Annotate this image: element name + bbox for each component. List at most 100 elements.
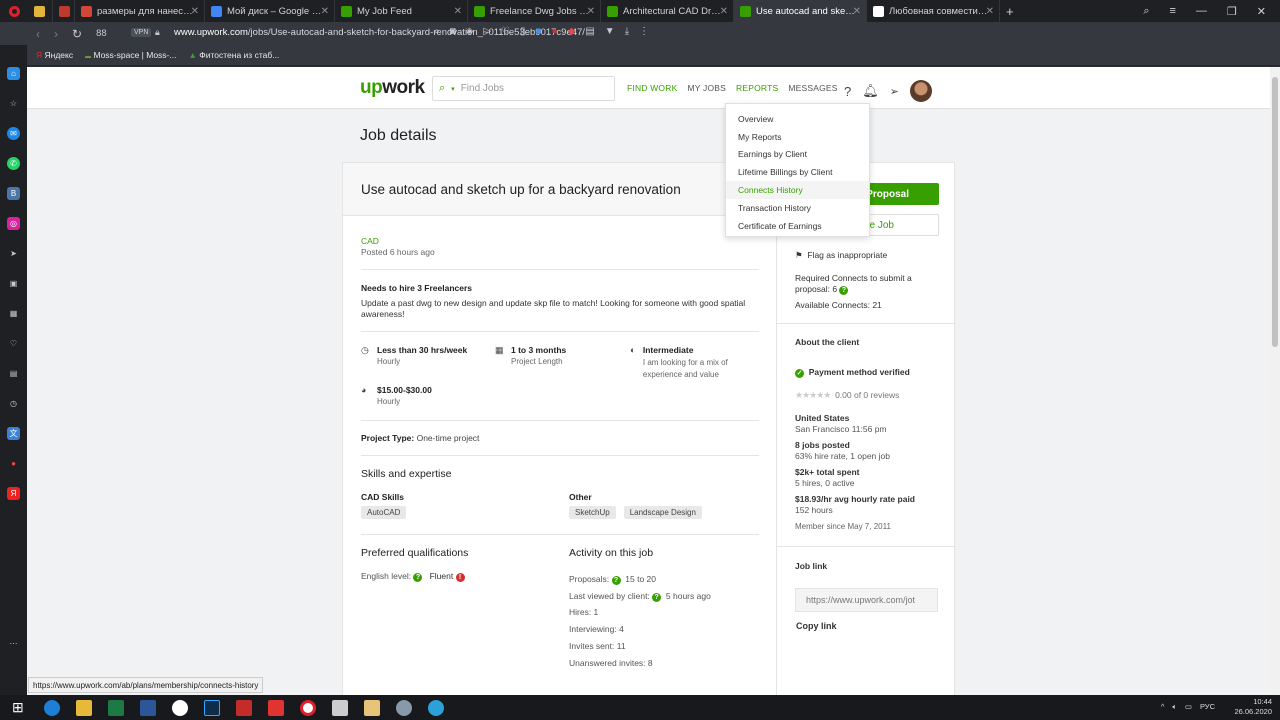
send-icon[interactable]: ➢	[890, 85, 899, 98]
tab-2[interactable]: размеры для нанесения с✕	[75, 0, 205, 22]
menu-item-connects-history[interactable]: Connects History	[726, 181, 869, 199]
close-window-icon[interactable]: ✕	[1257, 5, 1266, 18]
job-link-field[interactable]: https://www.upwork.com/jot	[795, 588, 938, 612]
alert-icon[interactable]: !	[455, 573, 465, 582]
page-scrollbar[interactable]	[1270, 67, 1280, 695]
close-tab-icon[interactable]: ✕	[321, 6, 329, 17]
tab-5[interactable]: Freelance Dwg Jobs Online✕	[468, 0, 601, 22]
menu-item-overview[interactable]: Overview	[726, 110, 869, 128]
history-icon[interactable]: ◷	[7, 397, 20, 410]
chevron-up-icon[interactable]: ^	[1161, 702, 1165, 712]
back-icon[interactable]: ‹	[36, 27, 40, 41]
tab-3[interactable]: Мой диск – Google Диск ✕	[205, 0, 335, 22]
forward-icon[interactable]: ›	[54, 27, 58, 41]
acrobat-icon[interactable]	[235, 699, 252, 716]
skill-chip[interactable]: SketchUp	[569, 506, 616, 519]
notepad-icon[interactable]	[363, 699, 380, 716]
help-icon[interactable]: ?	[844, 84, 851, 99]
excel-icon[interactable]	[107, 699, 124, 716]
tab-8[interactable]: Любовная совместимость✕	[867, 0, 1000, 22]
menu-item-lifetime-billings[interactable]: Lifetime Billings by Client	[726, 163, 869, 181]
search-icon[interactable]: ⌕	[439, 82, 445, 95]
tab-active[interactable]: Use autocad and sketch up✕	[734, 0, 867, 22]
menu-item-earnings-by-client[interactable]: Earnings by Client	[726, 146, 869, 164]
autocad-icon[interactable]	[267, 699, 284, 716]
bookmark-phytowall[interactable]: ▲ Фитостена из стаб...	[188, 50, 279, 60]
help-icon[interactable]: ?	[652, 592, 662, 602]
help-icon[interactable]: ?	[839, 286, 849, 295]
new-tab-icon[interactable]: +	[1000, 4, 1014, 19]
bell-icon[interactable]: 🔔︎	[862, 83, 879, 99]
more-icon[interactable]: ⋯	[7, 637, 20, 650]
tab-0[interactable]	[28, 0, 53, 22]
nav-reports[interactable]: REPORTS	[736, 83, 778, 93]
search-input[interactable]: Find Jobs	[461, 83, 504, 94]
menu-item-certificate-of-earnings[interactable]: Certificate of Earnings	[726, 217, 869, 235]
tab-4[interactable]: My Job Feed ✕	[335, 0, 468, 22]
messenger-icon[interactable]: ✉	[7, 127, 20, 140]
menu-item-transaction-history[interactable]: Transaction History	[726, 199, 869, 217]
nav-my-jobs[interactable]: MY JOBS	[687, 83, 726, 93]
bookmark-yandex[interactable]: Я Яндекс	[36, 50, 73, 60]
bookmark-moss-space[interactable]: ▬ Moss-space | Moss-...	[85, 50, 176, 60]
nav-messages[interactable]: MESSAGES	[788, 83, 837, 93]
upwork-logo[interactable]: upwork	[360, 77, 425, 99]
minimize-icon[interactable]: —	[1196, 5, 1207, 17]
file-explorer-icon[interactable]	[75, 699, 92, 716]
tab-count[interactable]: 88	[96, 27, 107, 41]
news-icon[interactable]: ▤	[7, 367, 20, 380]
app-icon[interactable]	[395, 699, 412, 716]
speaker-icon[interactable]: 🔈︎	[1172, 702, 1177, 712]
reload-icon[interactable]: ↻	[72, 27, 82, 41]
help-icon[interactable]: ?	[413, 573, 423, 582]
close-tab-icon[interactable]: ✕	[191, 6, 199, 17]
close-tab-icon[interactable]: ✕	[587, 6, 595, 17]
heart-icon[interactable]: ♡	[7, 337, 20, 350]
windows-start-icon[interactable]: ⊞	[0, 699, 36, 716]
home-icon[interactable]: ⌂	[7, 67, 20, 80]
job-category[interactable]: CAD	[361, 236, 759, 246]
close-tab-icon[interactable]: ✕	[853, 6, 861, 17]
vpn-badge[interactable]: VPN	[131, 28, 152, 37]
star-icon[interactable]: ☆	[7, 97, 20, 110]
photoshop-icon[interactable]	[203, 699, 220, 716]
clock[interactable]: 10:44 26.06.2020	[1234, 697, 1272, 717]
vk-icon[interactable]: В	[7, 187, 20, 200]
opera-taskbar-icon[interactable]	[299, 699, 316, 716]
opera-logo-icon[interactable]	[0, 0, 28, 22]
wallet-icon[interactable]: ▣	[7, 277, 20, 290]
search-box[interactable]: ⌕ ▾ Find Jobs	[432, 76, 615, 101]
close-tab-icon[interactable]: ✕	[720, 6, 728, 17]
yandex-icon[interactable]: Я	[7, 487, 20, 500]
edge-icon[interactable]	[43, 699, 60, 716]
tab-menu-icon[interactable]: ≡	[1169, 5, 1175, 17]
chevron-down-icon[interactable]: ▾	[451, 85, 455, 93]
tab-6[interactable]: Architectural CAD Drawing✕	[601, 0, 734, 22]
translate-icon[interactable]: 文	[7, 427, 20, 440]
xbox-icon[interactable]	[171, 699, 188, 716]
instagram-icon[interactable]: ◎	[7, 217, 20, 230]
scrollbar-thumb[interactable]	[1272, 77, 1278, 347]
telegram-icon[interactable]	[427, 699, 444, 716]
calculator-icon[interactable]	[331, 699, 348, 716]
keyboard-language[interactable]: РУС	[1200, 702, 1215, 712]
copy-link-button[interactable]: Copy link	[796, 621, 946, 631]
skill-chip[interactable]: AutoCAD	[361, 506, 407, 519]
send-icon[interactable]: ➤	[7, 247, 20, 260]
flag-link[interactable]: ⚑ Flag as inappropriate	[795, 250, 945, 261]
close-tab-icon[interactable]: ✕	[454, 6, 462, 17]
maximize-icon[interactable]: ❐	[1227, 5, 1237, 18]
apps-grid-icon[interactable]: ▦	[7, 307, 20, 320]
word-icon[interactable]	[139, 699, 156, 716]
tab-1[interactable]	[53, 0, 75, 22]
menu-item-my-reports[interactable]: My Reports	[726, 128, 869, 146]
search-tabs-icon[interactable]: ⌕	[1143, 5, 1149, 18]
network-icon[interactable]: ▭	[1185, 702, 1192, 712]
close-tab-icon[interactable]: ✕	[986, 6, 994, 17]
nav-find-work[interactable]: FIND WORK	[627, 83, 677, 93]
avatar[interactable]	[909, 80, 932, 102]
skill-chip[interactable]: Landscape Design	[623, 506, 702, 519]
help-icon[interactable]: ?	[611, 576, 621, 585]
ublock-icon[interactable]: ●	[7, 457, 20, 470]
whatsapp-icon[interactable]: ✆	[7, 157, 20, 170]
